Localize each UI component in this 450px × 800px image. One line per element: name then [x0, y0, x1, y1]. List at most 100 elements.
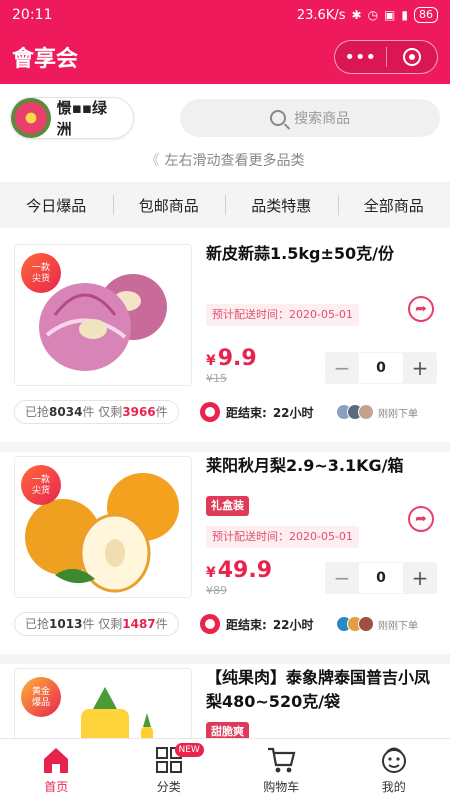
countdown-value: 22小时 — [272, 405, 314, 420]
gift-box-tag: 礼盒装 — [206, 496, 249, 516]
tab-today-hot[interactable]: 今日爆品 — [0, 195, 113, 216]
sold-prefix: 已抢 — [25, 405, 50, 419]
quantity-stepper: − 0 + — [325, 352, 437, 384]
battery-level: 86 — [414, 7, 438, 23]
close-button[interactable] — [387, 48, 438, 66]
nav-category-label: 分类 — [156, 779, 181, 794]
home-icon — [44, 747, 69, 773]
price-value: 49.9 — [217, 558, 273, 583]
status-bar: 20:11 23.6K/s ✱ ◷ ▣ ▮ 86 — [0, 0, 450, 30]
quantity-value[interactable]: 0 — [359, 352, 403, 384]
product-title[interactable]: 莱阳秋月梨2.9~3.1KG/箱 — [206, 454, 440, 478]
remain-unit: 件 — [155, 405, 168, 419]
category-tabs: 今日爆品 包邮商品 品类特惠 全部商品 — [0, 182, 450, 228]
sold-prefix: 已抢 — [25, 617, 50, 631]
gold-hot-badge: 黄金 爆品 — [21, 677, 61, 717]
product-title[interactable]: 新皮新蒜1.5kg±50克/份 — [206, 242, 440, 266]
remain-count: 1487 — [122, 617, 156, 631]
decrease-button[interactable]: − — [325, 562, 359, 594]
alarm-clock-icon — [200, 614, 220, 634]
store-search-row: 憬▪▪绿洲 搜索商品 — [0, 92, 450, 144]
sold-count: 1013 — [49, 617, 83, 631]
remain-unit: 件 — [155, 617, 168, 631]
nav-profile[interactable]: 我的 — [338, 739, 450, 800]
hot-badge: 一款 尖货 — [21, 465, 61, 505]
nav-cart[interactable]: 购物车 — [225, 739, 338, 800]
nav-home[interactable]: 首页 — [0, 739, 113, 800]
decrease-button[interactable]: − — [325, 352, 359, 384]
countdown-value: 22小时 — [272, 617, 314, 632]
share-button[interactable]: ➦ — [408, 506, 434, 532]
price: ¥49.9 — [206, 558, 272, 583]
store-name: 憬▪▪绿洲 — [56, 99, 107, 138]
tab-free-shipping[interactable]: 包邮商品 — [113, 195, 226, 216]
target-close-icon — [402, 48, 421, 66]
swipe-hint: 《 左右滑动查看更多品类 — [0, 148, 450, 172]
recent-order-text: 刚刚下单 — [378, 408, 418, 420]
more-dots-icon[interactable]: ••• — [335, 47, 386, 68]
new-badge: NEW — [174, 743, 204, 757]
bottom-nav: 首页 NEW 分类 购物车 我的 — [0, 738, 450, 800]
nav-home-label: 首页 — [44, 779, 69, 794]
app-header: 會享会 ••• — [0, 30, 450, 84]
delivery-time: 预计配送时间：2020-05-01 — [206, 304, 359, 326]
hot-badge: 一款 尖货 — [21, 253, 61, 293]
profile-icon — [381, 747, 406, 773]
share-button[interactable]: ➦ — [408, 296, 434, 322]
nav-cart-label: 购物车 — [263, 779, 300, 794]
search-input[interactable]: 搜索商品 — [180, 99, 440, 137]
sold-stock-pill: 已抢8034件 仅剩3966件 — [14, 400, 179, 424]
product-card[interactable]: 黄金 爆品 【纯果肉】泰象牌泰国普吉小凤梨480~520克/袋 甜脆爽 — [0, 658, 450, 738]
currency-symbol: ¥ — [206, 565, 216, 581]
original-price: ¥15 — [206, 372, 227, 385]
tab-all-products[interactable]: 全部商品 — [338, 195, 450, 216]
swipe-hint-text: 左右滑动查看更多品类 — [164, 153, 305, 169]
tab-category-deals[interactable]: 品类特惠 — [225, 195, 338, 216]
remain-count: 3966 — [122, 405, 156, 419]
signal-icon: ▮ — [401, 8, 408, 22]
status-icons: 23.6K/s ✱ ◷ ▣ ▮ 86 — [297, 7, 438, 23]
original-price: ¥89 — [206, 584, 227, 597]
countdown-label: 距结束: — [226, 617, 267, 632]
bluetooth-icon: ✱ — [351, 8, 362, 22]
currency-symbol: ¥ — [206, 353, 216, 369]
alarm-clock-icon — [200, 402, 220, 422]
quantity-value[interactable]: 0 — [359, 562, 403, 594]
product-card[interactable]: 一款 尖货 莱阳秋月梨2.9~3.1KG/箱 礼盒装 预计配送时间：2020-0… — [0, 446, 450, 658]
quantity-stepper: − 0 + — [325, 562, 437, 594]
app-title: 會享会 — [12, 47, 79, 72]
increase-button[interactable]: + — [403, 352, 437, 384]
countdown: 距结束: 22小时 — [200, 400, 314, 424]
countdown-label: 距结束: — [226, 405, 267, 420]
product-title[interactable]: 【纯果肉】泰象牌泰国普吉小凤梨480~520克/袋 — [206, 666, 440, 714]
cart-icon — [268, 747, 296, 772]
alarm-icon: ◷ — [367, 8, 379, 22]
product-image-pineapple[interactable]: 黄金 爆品 — [14, 668, 192, 738]
price-value: 9.9 — [217, 346, 257, 371]
recent-order-text: 刚刚下单 — [378, 620, 418, 632]
status-time: 20:11 — [12, 7, 53, 23]
product-card[interactable]: 一款 尖货 新皮新蒜1.5kg±50克/份 预计配送时间：2020-05-01 … — [0, 234, 450, 446]
remain-prefix: 件 仅剩 — [82, 405, 123, 419]
delivery-time: 预计配送时间：2020-05-01 — [206, 526, 359, 548]
share-arrow-icon: ➦ — [415, 511, 427, 527]
product-image-pear[interactable]: 一款 尖货 — [14, 456, 192, 598]
network-speed: 23.6K/s — [296, 7, 346, 23]
crisp-sweet-tag: 甜脆爽 — [206, 722, 249, 738]
store-avatar — [11, 98, 51, 138]
store-selector[interactable]: 憬▪▪绿洲 — [10, 97, 135, 139]
increase-button[interactable]: + — [403, 562, 437, 594]
miniprogram-capsule: ••• — [334, 40, 438, 74]
nav-category[interactable]: NEW 分类 — [113, 739, 226, 800]
buyer-avatar — [358, 616, 374, 632]
search-icon — [270, 110, 287, 126]
sold-count: 8034 — [49, 405, 83, 419]
remain-prefix: 件 仅剩 — [82, 617, 123, 631]
price: ¥9.9 — [206, 346, 257, 371]
buyer-avatar — [358, 404, 374, 420]
share-arrow-icon: ➦ — [415, 301, 427, 317]
product-image-garlic[interactable]: 一款 尖货 — [14, 244, 192, 386]
recent-buyers: 刚刚下单 — [336, 612, 418, 636]
search-placeholder: 搜索商品 — [294, 111, 351, 127]
nav-profile-label: 我的 — [381, 779, 406, 794]
